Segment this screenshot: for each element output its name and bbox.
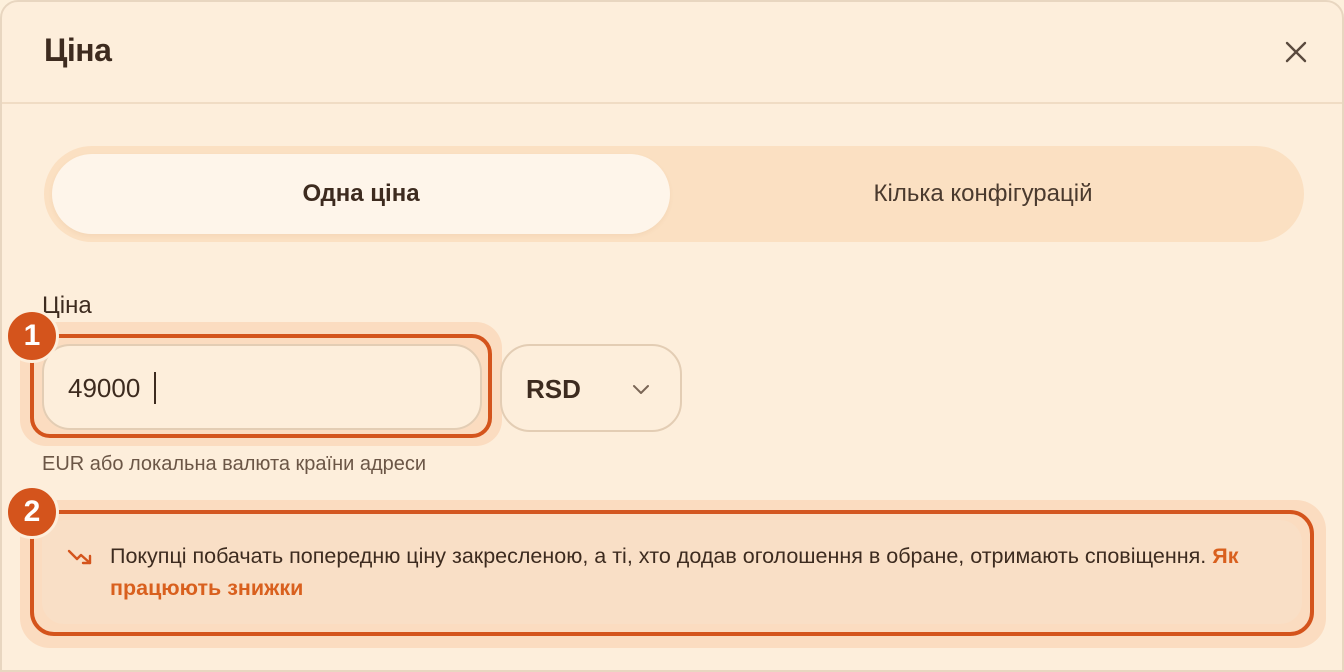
price-input[interactable] (68, 368, 448, 408)
currency-select[interactable]: RSD (500, 344, 682, 432)
modal-header: Ціна (2, 2, 1342, 104)
segment-single-price[interactable]: Одна ціна (52, 154, 670, 234)
step-badge-2: 2 (5, 485, 59, 539)
discount-notice-text: Покупці побачать попередню ціну закресле… (110, 540, 1290, 604)
step-badge-1: 1 (5, 309, 59, 363)
currency-hint: EUR або локальна валюта країни адреси (42, 453, 427, 475)
discount-notice-message: Покупці побачать попередню ціну закресле… (110, 544, 1207, 568)
chevron-down-icon (633, 385, 649, 394)
currency-value: RSD (526, 374, 581, 404)
trend-down-icon (67, 549, 92, 565)
modal-title: Ціна (44, 32, 112, 68)
price-type-segmented-control: Одна ціна Кілька конфігурацій (44, 146, 1304, 242)
segment-multiple-configurations[interactable]: Кілька конфігурацій (670, 154, 1296, 234)
text-caret (154, 372, 156, 404)
close-button[interactable] (1280, 36, 1312, 68)
close-icon (1285, 41, 1307, 63)
